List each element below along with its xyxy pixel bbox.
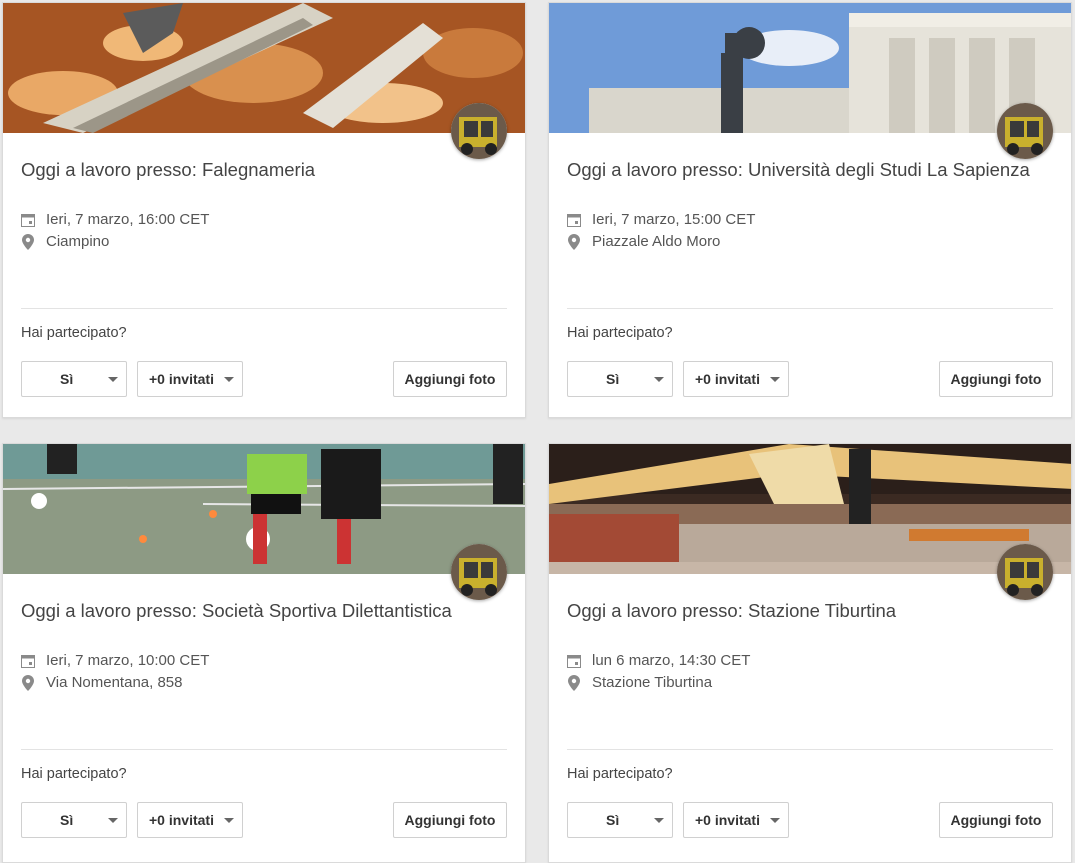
- calendar-icon: [567, 212, 581, 228]
- add-photo-button[interactable]: Aggiungi foto: [393, 802, 507, 838]
- map-pin-icon: [567, 233, 581, 250]
- rsvp-value: Sì: [60, 371, 74, 387]
- event-date: lun 6 marzo, 14:30 CET: [567, 652, 750, 669]
- caret-down-icon: [108, 818, 118, 823]
- calendar-icon: [21, 653, 35, 669]
- caret-down-icon: [224, 377, 234, 382]
- event-card[interactable]: Oggi a lavoro presso: Università degli S…: [548, 2, 1072, 418]
- caret-down-icon: [654, 818, 664, 823]
- caret-down-icon: [224, 818, 234, 823]
- event-date-text: Ieri, 7 marzo, 16:00 CET: [46, 211, 210, 228]
- organizer-avatar[interactable]: [997, 544, 1053, 600]
- attendance-question: Hai partecipato?: [21, 325, 127, 341]
- rsvp-dropdown[interactable]: Sì: [567, 802, 673, 838]
- event-card[interactable]: Oggi a lavoro presso: Società Sportiva D…: [2, 443, 526, 863]
- event-title[interactable]: Oggi a lavoro presso: Stazione Tiburtina: [567, 600, 1057, 622]
- calendar-icon: [21, 212, 35, 228]
- divider: [21, 308, 507, 309]
- event-location: Ciampino: [21, 233, 109, 250]
- event-date-text: Ieri, 7 marzo, 10:00 CET: [46, 652, 210, 669]
- rsvp-value: Sì: [60, 812, 74, 828]
- event-card[interactable]: Oggi a lavoro presso: Falegnameria Ieri,…: [2, 2, 526, 418]
- guests-dropdown[interactable]: +0 invitati: [137, 802, 243, 838]
- event-banner-image: [3, 444, 525, 574]
- guests-value: +0 invitati: [695, 371, 760, 387]
- organizer-avatar[interactable]: [451, 544, 507, 600]
- event-title[interactable]: Oggi a lavoro presso: Società Sportiva D…: [21, 600, 511, 622]
- caret-down-icon: [770, 377, 780, 382]
- map-pin-icon: [567, 674, 581, 691]
- event-title[interactable]: Oggi a lavoro presso: Falegnameria: [21, 159, 511, 181]
- organizer-avatar[interactable]: [451, 103, 507, 159]
- caret-down-icon: [654, 377, 664, 382]
- event-date: Ieri, 7 marzo, 16:00 CET: [21, 211, 209, 228]
- guests-dropdown[interactable]: +0 invitati: [683, 802, 789, 838]
- guests-dropdown[interactable]: +0 invitati: [683, 361, 789, 397]
- event-date: Ieri, 7 marzo, 15:00 CET: [567, 211, 755, 228]
- guests-value: +0 invitati: [695, 812, 760, 828]
- map-pin-icon: [21, 674, 35, 691]
- attendance-question: Hai partecipato?: [21, 766, 127, 782]
- rsvp-dropdown[interactable]: Sì: [21, 802, 127, 838]
- add-photo-button[interactable]: Aggiungi foto: [939, 802, 1053, 838]
- caret-down-icon: [108, 377, 118, 382]
- event-location: Via Nomentana, 858: [21, 674, 183, 691]
- event-location: Stazione Tiburtina: [567, 674, 712, 691]
- guests-dropdown[interactable]: +0 invitati: [137, 361, 243, 397]
- event-location: Piazzale Aldo Moro: [567, 233, 720, 250]
- event-location-text: Piazzale Aldo Moro: [592, 233, 721, 250]
- rsvp-dropdown[interactable]: Sì: [21, 361, 127, 397]
- event-date: Ieri, 7 marzo, 10:00 CET: [21, 652, 209, 669]
- event-date-text: Ieri, 7 marzo, 15:00 CET: [592, 211, 756, 228]
- event-title[interactable]: Oggi a lavoro presso: Università degli S…: [567, 159, 1057, 181]
- divider: [567, 308, 1053, 309]
- event-banner-image: [3, 3, 525, 133]
- rsvp-value: Sì: [606, 371, 620, 387]
- event-location-text: Via Nomentana, 858: [46, 674, 183, 691]
- event-location-text: Ciampino: [46, 233, 110, 250]
- attendance-question: Hai partecipato?: [567, 325, 673, 341]
- rsvp-value: Sì: [606, 812, 620, 828]
- rsvp-dropdown[interactable]: Sì: [567, 361, 673, 397]
- event-banner-image: [549, 444, 1071, 574]
- organizer-avatar[interactable]: [997, 103, 1053, 159]
- map-pin-icon: [21, 233, 35, 250]
- divider: [567, 749, 1053, 750]
- caret-down-icon: [770, 818, 780, 823]
- event-card[interactable]: Oggi a lavoro presso: Stazione Tiburtina…: [548, 443, 1072, 863]
- guests-value: +0 invitati: [149, 371, 214, 387]
- event-banner-image: [549, 3, 1071, 133]
- event-location-text: Stazione Tiburtina: [592, 674, 713, 691]
- divider: [21, 749, 507, 750]
- add-photo-button[interactable]: Aggiungi foto: [393, 361, 507, 397]
- attendance-question: Hai partecipato?: [567, 766, 673, 782]
- event-date-text: lun 6 marzo, 14:30 CET: [592, 652, 751, 669]
- add-photo-button[interactable]: Aggiungi foto: [939, 361, 1053, 397]
- guests-value: +0 invitati: [149, 812, 214, 828]
- calendar-icon: [567, 653, 581, 669]
